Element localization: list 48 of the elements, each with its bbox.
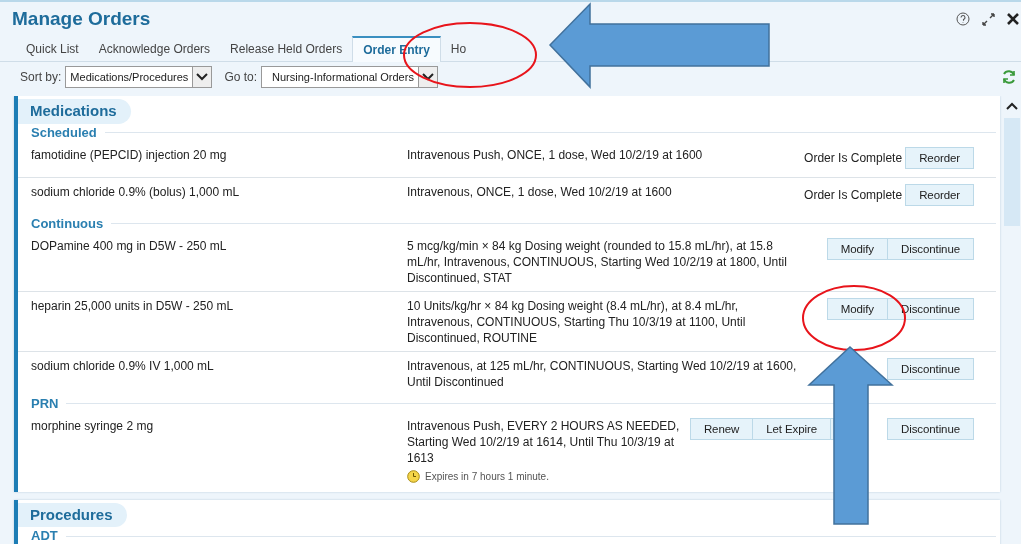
section-title: Medications	[18, 99, 131, 124]
tab[interactable]: Ho	[440, 37, 477, 61]
clock-icon	[407, 470, 420, 483]
chevron-down-icon	[420, 72, 435, 82]
group-heading: Continuous	[31, 215, 104, 232]
order-action-button[interactable]: Discontinue	[887, 237, 974, 260]
order-details: Intravenous, ONCE, 1 dose, Wed 10/2/19 at 1600	[407, 183, 673, 200]
chevron-up-icon[interactable]	[1006, 102, 1018, 110]
expiry-note: Expires in 7 hours 1 minute.	[425, 469, 549, 484]
help-icon[interactable]	[956, 12, 970, 26]
order-details: Intravenous Push, EVERY 2 HOURS AS NEEDED, Starting Wed 10/2/19 at 1614, Until Thu 10/3/19 at 1613	[407, 417, 681, 466]
refresh-icon[interactable]	[1001, 69, 1017, 85]
group-heading: PRN	[31, 395, 59, 412]
order-action-button[interactable]: Modify	[826, 237, 888, 260]
order-name: sodium chloride 0.9% (bolus) 1,000 mL	[31, 183, 241, 201]
chevron-down-icon	[195, 72, 210, 82]
close-icon[interactable]	[1007, 13, 1019, 25]
order-details: 5 mcg/kg/min × 84 kg Dosing weight (rounded to 15.8 mL/hr), at 15.8 mL/hr, Intravenous, CONTINUOUS, Starting Wed 10/2/19 at 1800, Until Discontinued, STAT	[407, 237, 788, 286]
order-name: heparin 25,000 units in D5W - 250 mL	[31, 297, 235, 315]
order-action-button[interactable]: Let Expire	[752, 417, 831, 440]
sort-label: Sort by:	[20, 69, 62, 86]
section-title: Procedures	[18, 502, 127, 527]
order-action-button[interactable]: Modify	[826, 297, 888, 320]
order-action-button[interactable]: Reorder	[905, 146, 974, 169]
order-name: famotidine (PEPCID) injection 20 mg	[31, 146, 228, 164]
order-details: 10 Units/kg/hr × 84 kg Dosing weight (8.4 mL/hr), at 8.4 mL/hr, Intravenous, CONTINUOUS, Starting Thu 10/3/19 at 1100, Until Discontinued, ROUTINE	[407, 297, 747, 346]
go-to-dropdown[interactable]: Nursing-Informational Orders	[261, 66, 438, 88]
order-name: DOPamine 400 mg in D5W - 250 mL	[31, 237, 228, 255]
order-status: Order Is Complete	[804, 149, 903, 166]
sort-dropdown[interactable]: Medications/Procedures	[65, 66, 213, 88]
order-action-button[interactable]: Discontinue	[887, 417, 974, 440]
group-heading: Scheduled	[31, 124, 97, 141]
tab[interactable]: Release Held Orders	[220, 37, 353, 61]
go-to-label: Go to:	[224, 69, 258, 86]
tab[interactable]: Acknowledge Orders	[88, 37, 221, 61]
group-heading: ADT	[31, 528, 58, 544]
tab[interactable]: Quick List	[16, 37, 89, 61]
order-name: morphine syringe 2 mg	[31, 417, 155, 435]
order-status: Order Is Complete	[804, 186, 903, 203]
order-name: sodium chloride 0.9% IV 1,000 mL	[31, 357, 215, 375]
scrollbar-thumb[interactable]	[1004, 118, 1020, 226]
order-details: Intravenous Push, ONCE, 1 dose, Wed 10/2/19 at 1600	[407, 146, 704, 163]
window-title: Manage Orders	[12, 6, 151, 31]
expand-icon[interactable]	[982, 12, 995, 26]
order-action-button[interactable]: Discontinue	[887, 357, 974, 380]
order-action-button[interactable]: Reorder	[905, 183, 974, 206]
order-action-button[interactable]: Renew	[689, 417, 754, 440]
order-details: Intravenous, at 125 mL/hr, CONTINUOUS, Starting Wed 10/2/19 at 1600, Until Discontinued	[407, 357, 797, 390]
